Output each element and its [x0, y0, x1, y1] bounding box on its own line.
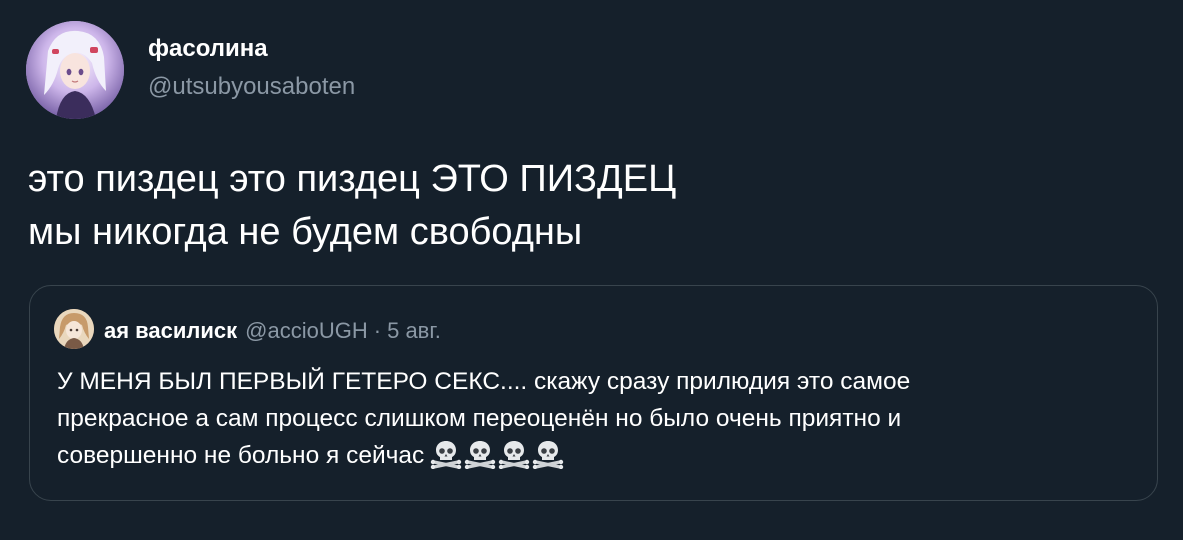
author-avatar[interactable] — [26, 21, 124, 119]
quote-author-handle[interactable]: @accioUGH — [245, 318, 368, 343]
skull-crossbones-icon — [431, 441, 462, 470]
author-handle[interactable]: @utsubyousaboten — [148, 72, 355, 102]
quote-separator: · — [373, 318, 382, 343]
quote-header: ая василиск @accioUGH · 5 авг. — [104, 317, 441, 345]
quote-text: У МЕНЯ БЫЛ ПЕРВЫЙ ГЕТЕРО СЕКС.... скажу … — [57, 363, 1137, 480]
tweet-text-line: мы никогда не будем свободны — [28, 211, 583, 253]
tweet-text-line: это пиздец это пиздец ЭТО ПИЗДЕЦ — [28, 158, 677, 200]
emoji-row — [430, 439, 566, 480]
author-name[interactable]: фасолина — [148, 34, 268, 64]
quote-text-line: совершенно не больно я сейчас — [57, 442, 425, 469]
skull-crossbones-icon — [499, 441, 530, 470]
avatar-illustration — [26, 21, 124, 119]
tweet-card: фасолина @utsubyousaboten это пиздец это… — [0, 0, 1183, 540]
tweet-text: это пиздец это пиздец ЭТО ПИЗДЕЦ мы нико… — [28, 153, 1148, 259]
quote-text-line: прекрасное а сам процесс слишком переоце… — [57, 405, 902, 432]
skull-crossbones-icon — [533, 441, 564, 470]
quote-text-line-last: совершенно не больно я сейчас — [57, 437, 1137, 480]
quote-author-avatar[interactable] — [54, 309, 94, 349]
quote-avatar-illustration — [54, 309, 94, 349]
quote-date[interactable]: 5 авг. — [387, 318, 441, 343]
skull-crossbones-icon — [465, 441, 496, 470]
quote-author-name[interactable]: ая василиск — [104, 318, 237, 343]
quoted-tweet[interactable]: ая василиск @accioUGH · 5 авг. У МЕНЯ БЫЛ П… — [29, 285, 1158, 501]
quote-text-line: У МЕНЯ БЫЛ ПЕРВЫЙ ГЕТЕРО СЕКС.... скажу … — [57, 368, 911, 395]
